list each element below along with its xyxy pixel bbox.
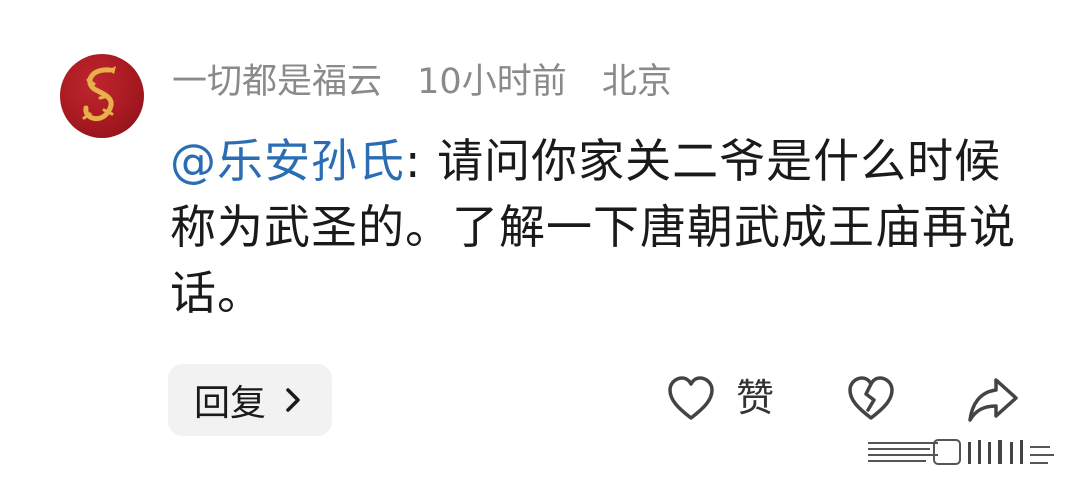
reply-button[interactable]: 回复: [168, 364, 332, 436]
avatar[interactable]: [60, 54, 144, 138]
reply-label: 回复: [193, 383, 266, 424]
comment-body: @乐安孙氏: 请问你家关二爷是什么时候称为武圣的。了解一下唐朝武成王庙再说话。: [170, 128, 1030, 326]
dragon-icon: [82, 66, 116, 122]
share-arrow-icon[interactable]: [966, 374, 1020, 424]
mention-link[interactable]: @乐安孙氏: [170, 134, 405, 188]
heart-outline-icon[interactable]: [666, 374, 716, 424]
comment-time: 10小时前: [417, 62, 567, 102]
author-name[interactable]: 一切都是福云: [172, 62, 382, 102]
comment-meta: 一切都是福云 10小时前 北京: [172, 58, 696, 106]
like-label[interactable]: 赞: [736, 370, 774, 426]
chevron-right-icon: [286, 388, 300, 412]
broken-heart-icon[interactable]: [846, 374, 896, 424]
comment-location: 北京: [601, 62, 672, 102]
watermark-bars: [868, 439, 1054, 465]
